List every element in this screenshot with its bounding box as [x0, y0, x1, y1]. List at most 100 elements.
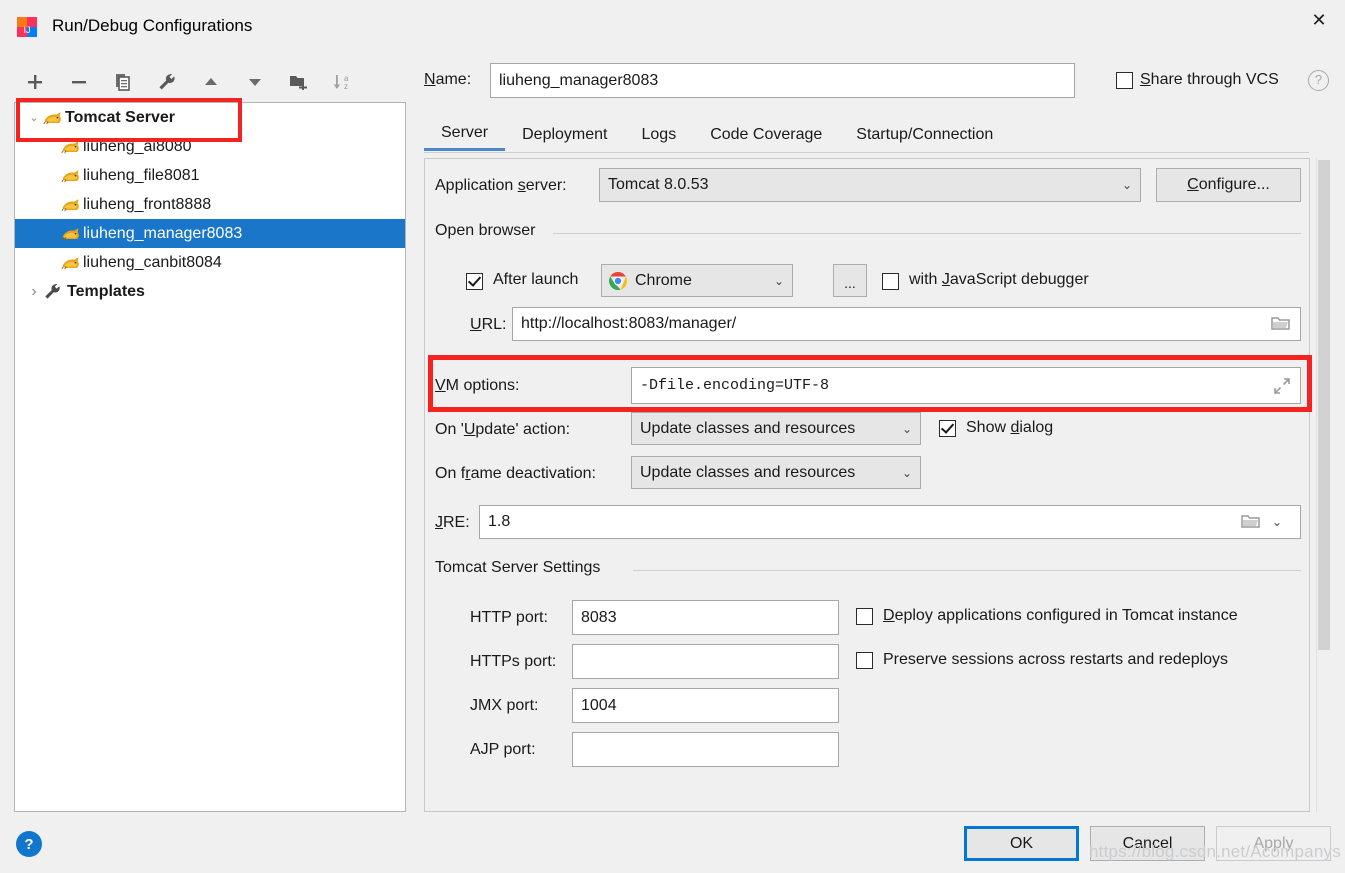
- on-update-action-value: Update classes and resources: [640, 419, 856, 437]
- tree-item-liuheng_front8888[interactable]: liuheng_front8888: [15, 190, 405, 219]
- show-dialog-label: Show dialog: [966, 419, 1054, 436]
- chevron-down-icon: ⌄: [901, 465, 913, 480]
- share-through-vcs-checkbox[interactable]: [1116, 72, 1133, 89]
- http-port-label: HTTP port:: [470, 609, 548, 626]
- tab-deployment[interactable]: Deployment: [505, 118, 624, 151]
- tree-group-label: Tomcat Server: [65, 108, 175, 126]
- copy-icon: [116, 74, 130, 91]
- http-port-input[interactable]: 8083: [572, 600, 839, 635]
- configuration-name-input[interactable]: [490, 63, 1075, 98]
- jre-input[interactable]: 1.8 ⌄: [479, 505, 1301, 539]
- remove-configuration-button[interactable]: [62, 66, 96, 98]
- deploy-applications-label: Deploy applications configured in Tomcat…: [883, 607, 1238, 624]
- new-folder-button[interactable]: [282, 66, 316, 98]
- tree-item-liuheng_canbit8084[interactable]: liuheng_canbit8084: [15, 248, 405, 277]
- copy-configuration-button[interactable]: [106, 66, 140, 98]
- tab-code-coverage[interactable]: Code Coverage: [693, 118, 839, 151]
- application-server-combobox[interactable]: Tomcat 8.0.53 ⌄: [599, 168, 1141, 202]
- share-through-vcs-label[interactable]: Share through VCS: [1140, 71, 1279, 89]
- ok-button[interactable]: OK: [964, 826, 1079, 861]
- jmx-port-value: 1004: [581, 696, 617, 714]
- chevron-down-icon: ⌄: [1121, 178, 1133, 192]
- chevron-down-icon: ⌄: [773, 273, 785, 288]
- js-debugger-label: with JavaScript debugger: [909, 271, 1089, 288]
- preserve-sessions-label: Preserve sessions across restarts and re…: [883, 651, 1229, 668]
- move-up-button[interactable]: [194, 66, 228, 98]
- tree-item-label: liuheng_front8888: [83, 195, 212, 213]
- tomcat-cat-icon: [43, 111, 61, 124]
- add-configuration-button[interactable]: [18, 66, 52, 98]
- on-frame-deactivation-label: On frame deactivation:: [435, 465, 596, 482]
- expand-diagonal-icon[interactable]: [1272, 376, 1292, 396]
- tomcat-cat-icon: [61, 256, 79, 269]
- tomcat-cat-icon: [61, 198, 79, 211]
- show-dialog-checkbox[interactable]: [939, 420, 956, 437]
- chevron-down-icon[interactable]: ⌄: [25, 109, 43, 127]
- folder-icon[interactable]: [1270, 315, 1292, 333]
- tree-group-templates[interactable]: › Templates: [15, 277, 405, 306]
- move-down-button[interactable]: [238, 66, 272, 98]
- deploy-applications-checkbox[interactable]: [856, 608, 873, 625]
- share-help-icon[interactable]: ?: [1308, 70, 1329, 91]
- tomcat-cat-icon: [61, 227, 79, 240]
- edit-templates-button[interactable]: [150, 66, 184, 98]
- configuration-tabs[interactable]: Server Deployment Logs Code Coverage Sta…: [424, 118, 1309, 154]
- jmx-port-label: JMX port:: [470, 697, 539, 714]
- on-frame-deactivation-combobox[interactable]: Update classes and resources ⌄: [631, 456, 921, 489]
- ajp-port-input[interactable]: [572, 732, 839, 767]
- url-input[interactable]: http://localhost:8083/manager/: [512, 307, 1301, 341]
- chevron-down-icon[interactable]: ⌄: [1262, 515, 1292, 529]
- configurations-toolbar: a z: [18, 64, 398, 100]
- tree-item-liuheng_ai8080[interactable]: liuheng_ai8080: [15, 132, 405, 161]
- jmx-port-input[interactable]: 1004: [572, 688, 839, 723]
- tomcat-settings-group-title: Tomcat Server Settings: [435, 559, 609, 577]
- chrome-icon: [609, 271, 627, 290]
- browser-browse-button[interactable]: ...: [833, 264, 867, 297]
- tab-startup-connection[interactable]: Startup/Connection: [839, 118, 1010, 151]
- intellij-idea-icon: IJ: [17, 17, 37, 37]
- preserve-sessions-checkbox[interactable]: [856, 652, 873, 669]
- vertical-scrollbar-thumb[interactable]: [1318, 160, 1330, 650]
- close-window-button[interactable]: ✕: [1293, 0, 1345, 40]
- tabs-divider: [424, 152, 1309, 153]
- sort-alphabetically-button[interactable]: a z: [326, 66, 360, 98]
- vm-options-input[interactable]: -Dfile.encoding=UTF-8: [631, 367, 1301, 404]
- sort-az-icon: a z: [333, 74, 349, 91]
- after-launch-label: After launch: [493, 271, 579, 288]
- jre-value: 1.8: [488, 513, 511, 530]
- application-server-value: Tomcat 8.0.53: [608, 176, 709, 193]
- https-port-label: HTTPs port:: [470, 653, 557, 670]
- http-port-value: 8083: [581, 608, 617, 626]
- chevron-right-icon[interactable]: ›: [25, 283, 43, 301]
- server-tab-panel: Application server: Tomcat 8.0.53 ⌄ Conf…: [424, 158, 1310, 812]
- chevron-down-icon: ⌄: [901, 421, 913, 436]
- minus-icon: [72, 81, 86, 84]
- svg-text:IJ: IJ: [23, 25, 30, 35]
- on-frame-deactivation-value: Update classes and resources: [640, 463, 856, 481]
- tree-item-label: liuheng_file8081: [83, 166, 200, 184]
- on-update-action-label: On 'Update' action:: [435, 421, 571, 438]
- arrow-up-icon: [205, 78, 217, 85]
- open-browser-group-line: [553, 233, 1301, 234]
- folder-icon[interactable]: [1240, 513, 1262, 531]
- after-launch-checkbox[interactable]: [466, 273, 483, 290]
- tab-logs[interactable]: Logs: [625, 118, 694, 151]
- on-update-action-combobox[interactable]: Update classes and resources ⌄: [631, 412, 921, 445]
- tomcat-cat-icon: [61, 140, 79, 153]
- title-bar: IJ Run/Debug Configurations ✕: [0, 0, 1345, 54]
- tree-group-tomcat-server[interactable]: ⌄ Tomcat Server: [15, 103, 405, 132]
- tree-item-liuheng_manager8083[interactable]: liuheng_manager8083: [15, 219, 405, 248]
- tree-item-liuheng_file8081[interactable]: liuheng_file8081: [15, 161, 405, 190]
- configure-button[interactable]: Configure...: [1156, 168, 1301, 202]
- https-port-input[interactable]: [572, 644, 839, 679]
- cancel-button[interactable]: Cancel: [1090, 826, 1205, 861]
- ajp-port-label: AJP port:: [470, 741, 536, 758]
- wrench-icon: [159, 73, 175, 90]
- help-button[interactable]: ?: [16, 831, 42, 857]
- js-debugger-checkbox[interactable]: [882, 273, 899, 290]
- application-server-label: Application server:: [435, 177, 567, 194]
- browser-combobox[interactable]: Chrome ⌄: [601, 264, 793, 297]
- tab-server[interactable]: Server: [424, 118, 506, 151]
- configurations-tree[interactable]: ⌄ Tomcat Server liuheng_ai8080 liuheng_f…: [14, 102, 406, 812]
- browser-value: Chrome: [635, 271, 692, 289]
